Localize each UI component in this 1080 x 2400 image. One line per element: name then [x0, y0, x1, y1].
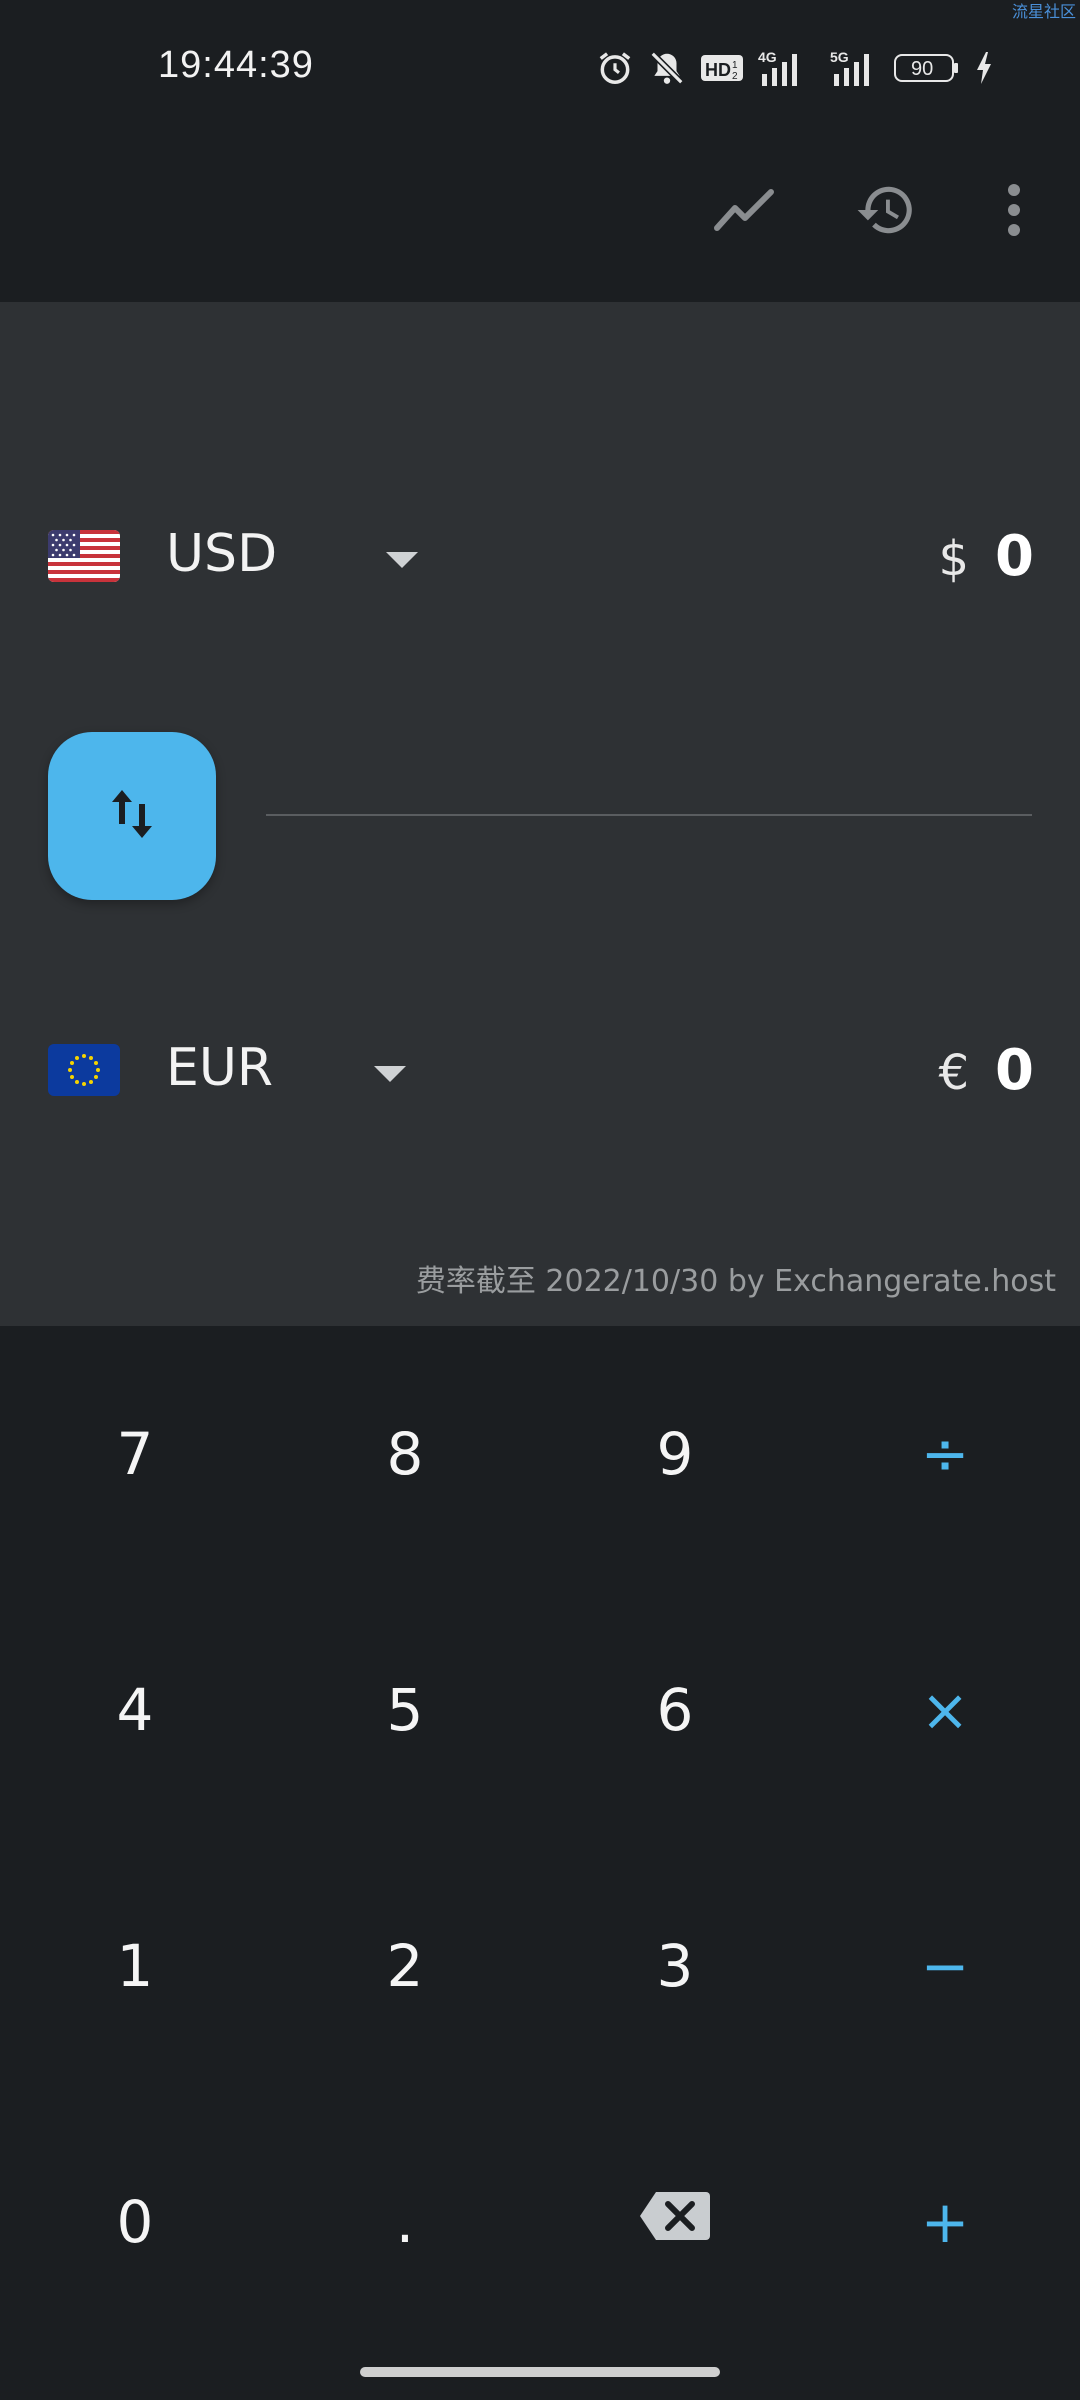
battery-level: 90 [911, 58, 933, 80]
swap-currencies-button[interactable] [48, 732, 216, 900]
key-divide[interactable]: ÷ [810, 1326, 1080, 1582]
trend-chart-button[interactable] [704, 172, 784, 252]
converter-screen: 流星社区 19:44:39 HD 1 2 4G 5G 90 USD $ 0 EU… [0, 0, 1080, 2400]
swap-arrows-icon [110, 786, 154, 846]
more-vert-icon [1006, 182, 1022, 242]
from-currency-dropdown-icon[interactable] [386, 552, 418, 568]
key-9[interactable]: 9 [540, 1326, 810, 1582]
to-currency-symbol: € [938, 1045, 970, 1101]
key-6[interactable]: 6 [540, 1582, 810, 1838]
key-multiply[interactable]: × [810, 1582, 1080, 1838]
status-bar: 流星社区 19:44:39 HD 1 2 4G 5G 90 [0, 0, 1080, 120]
rate-source-note: 费率截至 2022/10/30 by Exchangerate.host [415, 1264, 1056, 1299]
key-plus[interactable]: + [810, 2094, 1080, 2350]
key-minus[interactable]: − [810, 1838, 1080, 2094]
more-menu-button[interactable] [974, 172, 1054, 252]
eu-flag-icon [48, 1044, 120, 1096]
svg-text:2: 2 [732, 71, 738, 82]
backspace-icon [638, 2188, 712, 2256]
alarm-icon [596, 49, 634, 87]
from-currency-code[interactable]: USD [166, 524, 277, 584]
trend-chart-icon [713, 188, 775, 236]
key-1[interactable]: 1 [0, 1838, 270, 2094]
from-currency-symbol: $ [938, 531, 970, 587]
svg-text:5G: 5G [830, 49, 849, 65]
to-amount-value: 0 [995, 1038, 1034, 1103]
to-currency-code[interactable]: EUR [166, 1038, 273, 1098]
us-flag-icon [48, 530, 120, 582]
charging-icon [974, 50, 994, 86]
mute-bell-icon [648, 49, 686, 87]
key-decimal[interactable]: . [270, 2094, 540, 2350]
to-currency-row: EUR € 0 [0, 1010, 1080, 1130]
app-toolbar [0, 120, 1080, 302]
key-3[interactable]: 3 [540, 1838, 810, 2094]
hd-icon: HD 1 2 [700, 52, 744, 84]
key-2[interactable]: 2 [270, 1838, 540, 2094]
home-indicator[interactable] [360, 2367, 720, 2377]
keypad: 7 8 9 ÷ 4 5 6 × 1 2 3 − 0 . + [0, 1326, 1080, 2350]
from-currency-row: USD $ 0 [0, 496, 1080, 616]
4g-signal-icon: 4G [758, 48, 808, 88]
svg-text:1: 1 [732, 60, 738, 71]
svg-text:4G: 4G [758, 49, 777, 65]
to-currency-dropdown-icon[interactable] [374, 1066, 406, 1082]
to-amount: € 0 [938, 1038, 1034, 1103]
5g-signal-icon: 5G [822, 48, 880, 88]
converter-panel: USD $ 0 EUR € 0 费率截至 2022/10/30 by Excha… [0, 302, 1080, 1326]
svg-text:HD: HD [705, 60, 731, 80]
key-5[interactable]: 5 [270, 1582, 540, 1838]
watermark: 流星社区 [1011, 2, 1076, 21]
status-icons: HD 1 2 4G 5G 90 [596, 46, 994, 90]
from-amount: $ 0 [938, 524, 1034, 589]
history-icon [853, 179, 919, 245]
key-4[interactable]: 4 [0, 1582, 270, 1838]
key-7[interactable]: 7 [0, 1326, 270, 1582]
key-0[interactable]: 0 [0, 2094, 270, 2350]
status-time: 19:44:39 [158, 44, 314, 86]
key-8[interactable]: 8 [270, 1326, 540, 1582]
divider [266, 814, 1032, 816]
from-amount-value: 0 [995, 524, 1034, 589]
backspace-key[interactable] [540, 2094, 810, 2350]
battery-icon: 90 [894, 52, 960, 84]
history-button[interactable] [846, 172, 926, 252]
